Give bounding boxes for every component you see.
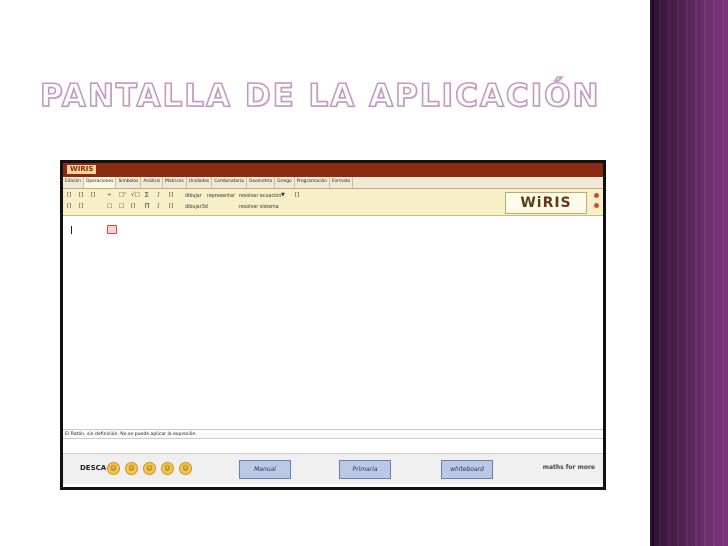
tab-griego[interactable]: Griego [275, 177, 295, 188]
toolbar-root-button[interactable]: √□ [131, 192, 140, 199]
toolbar-brackets-button[interactable]: [] [79, 192, 83, 199]
tab-simbolos[interactable]: Símbolos [116, 177, 142, 188]
toolbar-index-button[interactable]: □ [119, 203, 124, 210]
minimize-dot-icon[interactable] [594, 193, 599, 198]
tab-operaciones[interactable]: Operaciones [83, 177, 117, 188]
toolbar-vector-button[interactable]: [] [169, 203, 173, 210]
tab-analisis[interactable]: Análisis [141, 177, 164, 188]
toolbar-abs-button[interactable]: [] [67, 203, 71, 210]
tab-unidades[interactable]: Unidades [187, 177, 213, 188]
decorative-side-bar [650, 0, 728, 546]
maths-for-more-logo: maths for more [542, 464, 595, 471]
tab-matrices[interactable]: Matrices [163, 177, 187, 188]
side-bar-stripes [650, 0, 728, 546]
tab-geometria[interactable]: Geometría [247, 177, 276, 188]
toolbar-integral-button[interactable]: ∫ [157, 192, 160, 199]
toolbar-parentheses-button[interactable]: [] [67, 192, 71, 199]
smiley-icon-5[interactable]: ☺ [179, 462, 192, 475]
smiley-icon-4[interactable]: ☺ [161, 462, 174, 475]
whiteboard-button[interactable]: whiteboard [441, 460, 493, 479]
toolbar-braces-button[interactable]: [] [91, 192, 95, 199]
toolbar-nroot-button[interactable]: [] [131, 203, 135, 210]
tab-programacion[interactable]: Programación [295, 177, 331, 188]
tab-combinatoria[interactable]: Combinatoria [212, 177, 247, 188]
text-cursor [71, 226, 76, 234]
dibujar3d-link[interactable]: dibujar3d [185, 204, 208, 211]
wiris-brand-logo: WiRIS [505, 192, 587, 214]
dibujar-link[interactable]: dibujar [185, 193, 202, 200]
representar-link[interactable]: representar [207, 193, 235, 200]
manual-button[interactable]: Manual [239, 460, 291, 479]
toolbar-sum-button[interactable]: ∑ [145, 192, 149, 199]
calculate-icon[interactable] [107, 225, 117, 234]
message-bar: El Ratón, sin definición. No se puede ap… [63, 429, 603, 439]
app-titlebar: WIRIS [63, 163, 603, 177]
operations-toolbar: [] [] [] ÷ □ⁿ √□ ∑ ∫ [] [] [] □ □ [] ∏ ∫… [63, 189, 603, 216]
resolver-ecuacion-link[interactable]: resolver ecuación [239, 193, 281, 200]
tab-edicion[interactable]: Edición [63, 177, 84, 188]
toolbar-matrix-button[interactable]: [] [169, 192, 173, 199]
toolbar-product-button[interactable]: ∏ [145, 203, 149, 210]
slide-title: PANTALLA DE LA APLICACIÓN [39, 77, 601, 115]
toolbar-definite-integral-button[interactable]: ∫ [157, 203, 160, 210]
wiris-title-logo: WIRIS [67, 165, 97, 174]
smiley-icon-3[interactable]: ☺ [143, 462, 156, 475]
wiris-app-window: WIRIS Edición Operaciones Símbolos Análi… [60, 160, 606, 490]
desca-label: DESCA [80, 464, 107, 472]
close-dot-icon[interactable] [594, 203, 599, 208]
formula-workarea[interactable] [63, 216, 603, 429]
smiley-icon-1[interactable]: ☺ [107, 462, 120, 475]
triangle-down-icon[interactable]: ▼ [281, 192, 285, 199]
toolbar-subscript-button[interactable]: □ [107, 203, 112, 210]
toolbar-fraction-button[interactable]: ÷ [107, 192, 112, 199]
toolbar-power-button[interactable]: □ⁿ [119, 192, 126, 199]
primaria-button[interactable]: Primaria [339, 460, 391, 479]
tab-formato[interactable]: Formato [330, 177, 354, 188]
smiley-icon-2[interactable]: ☺ [125, 462, 138, 475]
toolbar-extra-button[interactable]: [] [295, 192, 299, 199]
menu-tabs: Edición Operaciones Símbolos Análisis Ma… [63, 177, 603, 189]
bottom-bar: DESCA ☺ ☺ ☺ ☺ ☺ Manual Primaria whiteboa… [63, 453, 603, 484]
toolbar-norm-button[interactable]: [] [79, 203, 83, 210]
resolver-sistema-link[interactable]: resolver sistema [239, 204, 279, 211]
